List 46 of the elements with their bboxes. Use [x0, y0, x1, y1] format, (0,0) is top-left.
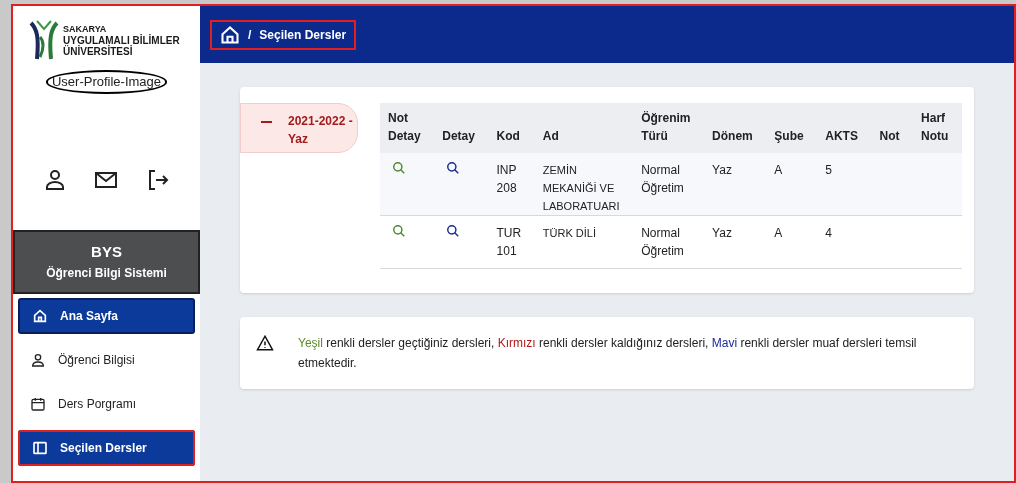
- search-icon[interactable]: [446, 161, 461, 175]
- breadcrumb-current: Seçilen Dersler: [259, 26, 347, 44]
- logo-text: SAKARYA: [63, 23, 108, 35]
- person-icon: [30, 351, 46, 368]
- notice-text: Yeşil renkli dersler geçtiğiniz dersleri, Kırmızı renkli dersler kaldığınız dersleri, Mavi renkli dersler muaf dersleri temsil etmektedir.: [298, 335, 918, 372]
- table-cell: TÜRK DİLİ: [534, 215, 634, 269]
- table-cell: INP 208: [488, 153, 535, 216]
- column-header: Detay: [434, 103, 489, 153]
- column-header: Kod: [488, 103, 535, 153]
- table-cell: A: [766, 215, 818, 269]
- logo-text: UYGULAMALI BİLİMLER: [63, 34, 180, 46]
- system-subtitle: Öğrenci Bilgi Sistemi: [46, 264, 167, 282]
- breadcrumb-separator: /: [248, 26, 252, 44]
- column-header: Ad: [534, 103, 634, 153]
- home-icon[interactable]: [220, 24, 240, 45]
- table-cell: 4: [817, 215, 872, 269]
- sidebar-item[interactable]: Öğrenci Bilgisi: [18, 341, 195, 378]
- system-title: BYS: [91, 242, 122, 263]
- sidebar-item[interactable]: Seçilen Dersler: [18, 429, 195, 466]
- sidebar-panel-icon: [32, 439, 48, 456]
- table-cell: Normal Öğretim: [633, 215, 705, 269]
- logout-icon[interactable]: [146, 167, 171, 192]
- column-header: Harf Notu: [913, 103, 962, 153]
- column-header: AKTS: [817, 103, 872, 153]
- calendar-icon: [30, 395, 46, 412]
- logo-icon: [29, 19, 59, 61]
- table-cell: Yaz: [704, 153, 767, 216]
- sidebar-item[interactable]: Ana Sayfa: [18, 297, 195, 334]
- table-cell: Yaz: [704, 215, 767, 269]
- home-icon: [32, 307, 48, 324]
- warning-icon: [256, 334, 274, 352]
- column-header: Not Detay: [380, 103, 435, 153]
- term-tab[interactable]: 2021-2022 - Yaz: [240, 103, 358, 153]
- broken-profile-image: User-Profile-Image: [45, 70, 168, 94]
- table-cell: Normal Öğretim: [633, 153, 705, 216]
- column-header: Şube: [766, 103, 818, 153]
- logo-text: ÜNİVERSİTESİ: [63, 45, 134, 57]
- column-header: Not: [871, 103, 914, 153]
- table-cell: 5: [817, 153, 872, 216]
- column-header: Dönem: [704, 103, 767, 153]
- table-cell: TUR 101: [488, 215, 535, 269]
- table-cell: A: [766, 153, 818, 216]
- search-icon[interactable]: [446, 224, 461, 238]
- sidebar-item[interactable]: Ders Porgramı: [18, 385, 195, 422]
- column-header: Öğrenim Türü: [633, 103, 705, 153]
- table-cell: ZEMİN MEKANİĞİ VE LABORATUARI: [534, 153, 634, 216]
